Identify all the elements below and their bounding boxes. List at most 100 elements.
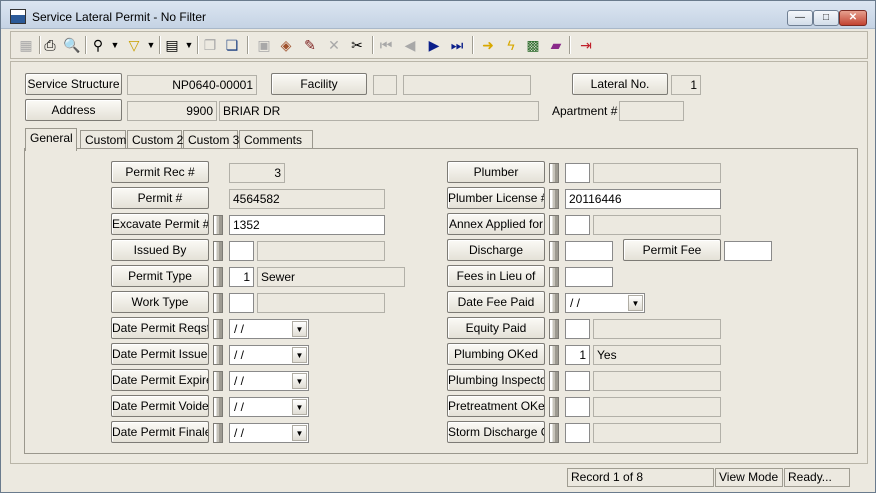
issued-by-button[interactable]: Issued By	[111, 239, 209, 261]
facility-button[interactable]: Facility	[271, 73, 367, 95]
lateral-no-button[interactable]: Lateral No.	[572, 73, 668, 95]
minimize-button[interactable]: —	[787, 10, 813, 26]
edit-icon[interactable]: ✎	[299, 35, 321, 55]
plumber-license-button[interactable]: Plumber License #	[447, 187, 545, 209]
permit-fee-button[interactable]: Permit Fee	[623, 239, 721, 261]
date-issued-grip-icon[interactable]	[213, 345, 223, 365]
fees-lieu-grip-icon[interactable]	[549, 267, 559, 287]
lightning-icon[interactable]: ϟ	[500, 35, 522, 55]
annex-grip-icon[interactable]	[549, 215, 559, 235]
fees-in-lieu-button[interactable]: Fees in Lieu of	[447, 265, 545, 287]
date-permit-voided-button[interactable]: Date Permit Voided	[111, 395, 209, 417]
dropdown-arrow-icon[interactable]: ▼	[145, 35, 157, 55]
storm-discharge-grip-icon[interactable]	[549, 423, 559, 443]
work-type-button[interactable]: Work Type	[111, 291, 209, 313]
plumber-code-input[interactable]	[565, 163, 590, 183]
tab-comments[interactable]: Comments	[239, 130, 313, 150]
binoculars-icon[interactable]: ⚲	[87, 35, 109, 55]
date-permit-issued-dropdown[interactable]: / / ▼	[229, 345, 309, 365]
storm-discharge-code-input[interactable]	[565, 423, 590, 443]
discharge-grip-icon[interactable]	[549, 241, 559, 261]
plumber-license-input[interactable]: 20116446	[565, 189, 721, 209]
date-expired-grip-icon[interactable]	[213, 371, 223, 391]
chevron-down-icon[interactable]: ▼	[292, 399, 307, 415]
excavate-permit-button[interactable]: Excavate Permit #	[111, 213, 209, 235]
plumbing-oked-button[interactable]: Plumbing OKed	[447, 343, 545, 365]
discharge-button[interactable]: Discharge	[447, 239, 545, 261]
grid-icon[interactable]: ▦	[15, 35, 37, 55]
paste-icon[interactable]: ❏	[221, 35, 243, 55]
delete-icon[interactable]: ✕	[323, 35, 345, 55]
last-record-icon[interactable]: ⏭	[446, 35, 468, 55]
chevron-down-icon[interactable]: ▼	[292, 321, 307, 337]
permit-type-button[interactable]: Permit Type	[111, 265, 209, 287]
cut-icon[interactable]: ✂	[346, 35, 368, 55]
permit-type-code-input[interactable]: 1	[229, 267, 254, 287]
map-icon[interactable]: ▩	[522, 35, 544, 55]
date-permit-finaled-button[interactable]: Date Permit Finaled	[111, 421, 209, 443]
copy-icon[interactable]: ❐	[199, 35, 221, 55]
annex-code-input[interactable]	[565, 215, 590, 235]
date-permit-expired-dropdown[interactable]: / / ▼	[229, 371, 309, 391]
date-finaled-grip-icon[interactable]	[213, 423, 223, 443]
date-permit-expired-button[interactable]: Date Permit Expired	[111, 369, 209, 391]
equity-paid-grip-icon[interactable]	[549, 319, 559, 339]
plumbing-inspector-button[interactable]: Plumbing Inspector	[447, 369, 545, 391]
next-record-icon[interactable]: ▶	[423, 35, 445, 55]
tab-general[interactable]: General	[25, 128, 77, 151]
date-reqstd-grip-icon[interactable]	[213, 319, 223, 339]
equity-paid-button[interactable]: Equity Paid	[447, 317, 545, 339]
print-preview-icon[interactable]: 🔍	[61, 35, 83, 55]
date-permit-finaled-dropdown[interactable]: / / ▼	[229, 423, 309, 443]
arrow-right-icon[interactable]: ➜	[477, 35, 499, 55]
discharge-input[interactable]	[565, 241, 613, 261]
date-permit-voided-dropdown[interactable]: / / ▼	[229, 397, 309, 417]
work-type-code-input[interactable]	[229, 293, 254, 313]
permit-type-grip-icon[interactable]	[213, 267, 223, 287]
issued-by-grip-icon[interactable]	[213, 241, 223, 261]
pretreatment-grip-icon[interactable]	[549, 397, 559, 417]
date-permit-reqstd-button[interactable]: Date Permit Reqstd	[111, 317, 209, 339]
dropdown-arrow-icon[interactable]: ▼	[109, 35, 121, 55]
first-record-icon[interactable]: ⏮	[375, 35, 397, 55]
print-icon[interactable]: ⎙	[39, 35, 61, 55]
chevron-down-icon[interactable]: ▼	[628, 295, 643, 311]
filter-icon[interactable]: ▽	[123, 35, 145, 55]
permit-fee-input[interactable]	[724, 241, 772, 261]
issued-by-code-input[interactable]	[229, 241, 254, 261]
annex-applied-button[interactable]: Annex Applied for	[447, 213, 545, 235]
permit-rec-button[interactable]: Permit Rec #	[111, 161, 209, 183]
date-fee-paid-grip-icon[interactable]	[549, 293, 559, 313]
date-permit-reqstd-dropdown[interactable]: / / ▼	[229, 319, 309, 339]
plumber-grip-icon[interactable]	[549, 163, 559, 183]
date-voided-grip-icon[interactable]	[213, 397, 223, 417]
previous-record-icon[interactable]: ◀	[399, 35, 421, 55]
date-fee-paid-dropdown[interactable]: / / ▼	[565, 293, 645, 313]
plumbing-inspector-code-input[interactable]	[565, 371, 590, 391]
tab-custom[interactable]: Custom	[80, 130, 126, 150]
pretreatment-oked-button[interactable]: Pretreatment OKed	[447, 395, 545, 417]
book-icon[interactable]: ▰	[545, 35, 567, 55]
plumbing-oked-grip-icon[interactable]	[549, 345, 559, 365]
tab-custom-3[interactable]: Custom 3	[183, 130, 239, 150]
plumber-license-grip-icon[interactable]	[549, 189, 559, 209]
chevron-down-icon[interactable]: ▼	[292, 347, 307, 363]
fees-in-lieu-input[interactable]	[565, 267, 613, 287]
plumbing-oked-code-input[interactable]: 1	[565, 345, 590, 365]
date-permit-issued-button[interactable]: Date Permit Issued	[111, 343, 209, 365]
save-icon[interactable]: ▣	[253, 35, 275, 55]
permit-no-button[interactable]: Permit #	[111, 187, 209, 209]
pretreatment-code-input[interactable]	[565, 397, 590, 417]
dropdown-arrow-icon[interactable]: ▼	[183, 35, 195, 55]
report-icon[interactable]: ▤	[161, 35, 183, 55]
storm-discharge-button[interactable]: Storm Discharge OK	[447, 421, 545, 443]
excavate-permit-input[interactable]: 1352	[229, 215, 385, 235]
tab-custom-2[interactable]: Custom 2	[127, 130, 183, 150]
stamp-icon[interactable]: ◈	[275, 35, 297, 55]
date-fee-paid-button[interactable]: Date Fee Paid	[447, 291, 545, 313]
plumber-button[interactable]: Plumber	[447, 161, 545, 183]
close-button[interactable]: ✕	[839, 10, 867, 26]
service-structure-button[interactable]: Service Structure	[25, 73, 122, 95]
exit-icon[interactable]: ⇥	[575, 35, 597, 55]
maximize-button[interactable]: □	[813, 10, 839, 26]
